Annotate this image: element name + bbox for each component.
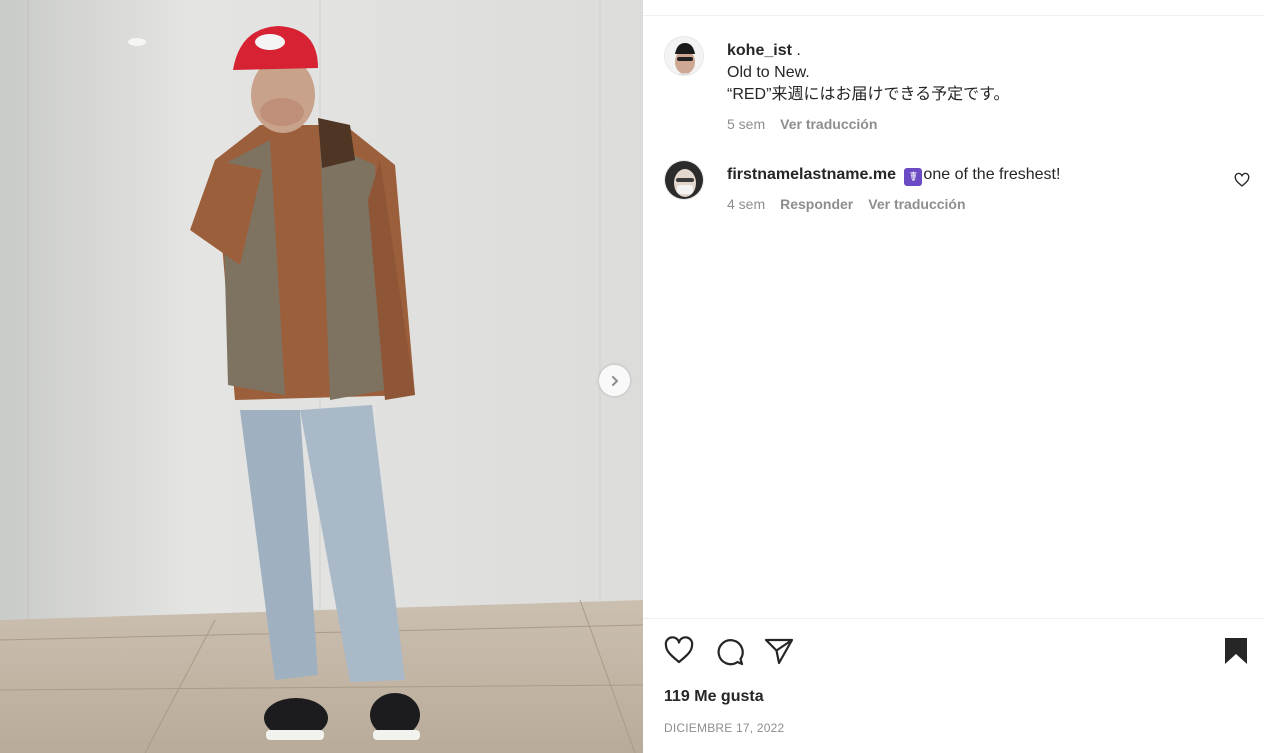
comment-text: one of the freshest! xyxy=(923,166,1061,183)
next-image-button[interactable] xyxy=(599,365,630,396)
save-button[interactable] xyxy=(1220,635,1252,667)
like-button[interactable] xyxy=(663,635,695,667)
translate-link[interactable]: Ver traducción xyxy=(868,196,965,212)
bookmark-icon xyxy=(1225,638,1247,664)
likes-count[interactable]: 119 Me gusta xyxy=(664,688,764,706)
chevron-right-icon xyxy=(611,375,618,386)
share-button[interactable] xyxy=(763,635,795,667)
divider xyxy=(643,618,1264,619)
commenter-username[interactable]: firstnamelastname.me xyxy=(727,166,896,183)
author-username[interactable]: kohe_ist xyxy=(727,42,792,59)
post-photo[interactable] xyxy=(0,0,643,753)
commenter-avatar[interactable] xyxy=(664,160,704,200)
comment-button[interactable] xyxy=(713,635,745,667)
post-date: DICIEMBRE 17, 2022 xyxy=(664,721,785,735)
comment-item: firstnamelastname.me ☤ one of the freshes… xyxy=(664,160,1060,212)
post-image xyxy=(0,0,643,753)
paper-plane-icon xyxy=(764,638,794,665)
caption-line-2: “RED”来週にはお届けできる予定です。 xyxy=(727,86,1010,103)
post-time: 5 sem xyxy=(727,116,766,132)
avatar-image xyxy=(665,37,703,75)
comment-icon xyxy=(717,639,744,666)
caption-line-1: Old to New. xyxy=(727,64,810,81)
translate-link[interactable]: Ver traducción xyxy=(780,116,877,132)
caduceus-emoji-icon: ☤ xyxy=(904,168,923,186)
avatar-image xyxy=(665,161,703,199)
author-avatar[interactable] xyxy=(664,36,704,76)
heart-icon xyxy=(664,636,694,664)
reply-button[interactable]: Responder xyxy=(780,196,853,212)
comment-like-heart-icon[interactable] xyxy=(1234,172,1250,188)
comments-panel: kohe_ist . Old to New. “RED”来週にはお届けできる予定… xyxy=(643,0,1264,753)
post-caption: kohe_ist . Old to New. “RED”来週にはお届けできる予定… xyxy=(664,36,1010,132)
divider xyxy=(643,15,1264,16)
comment-time: 4 sem xyxy=(727,196,766,212)
